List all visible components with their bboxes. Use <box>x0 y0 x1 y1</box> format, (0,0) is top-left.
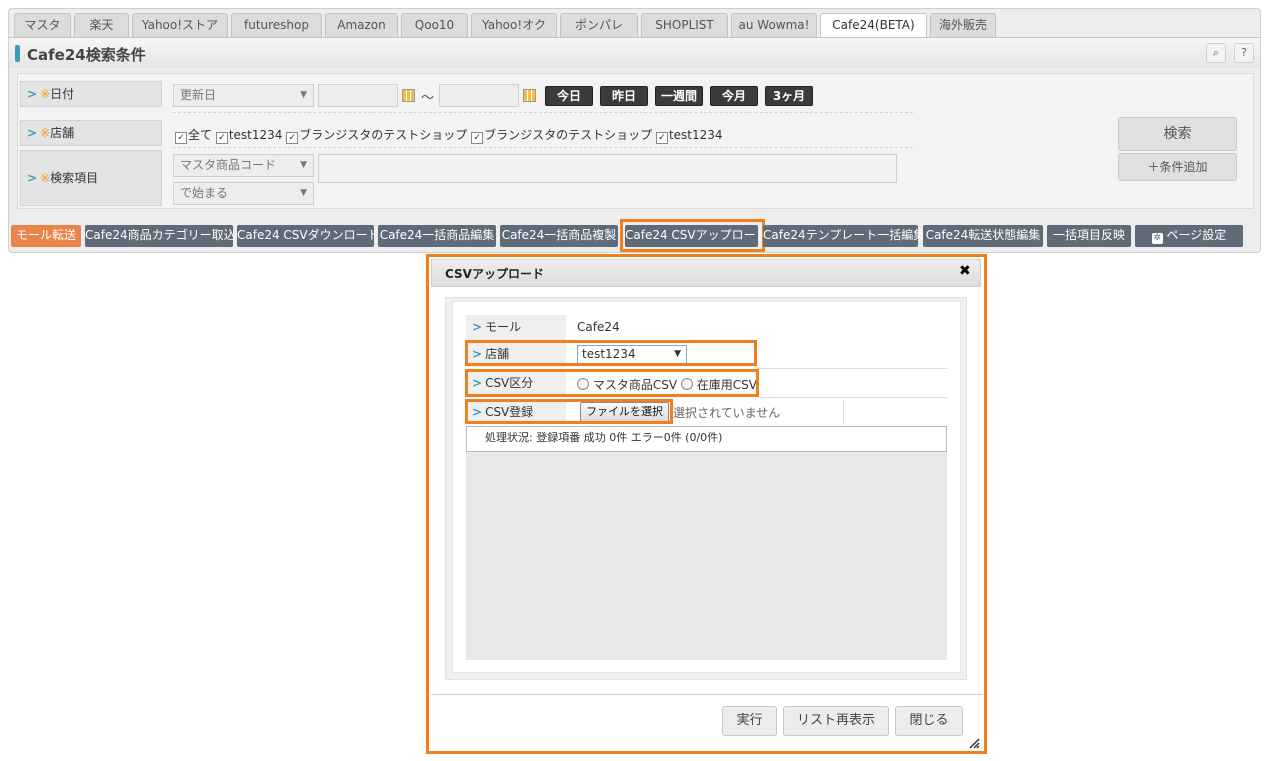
date-type-select[interactable]: 更新日 ▼ <box>173 84 314 107</box>
reload-list-button[interactable]: リスト再表示 <box>783 706 889 736</box>
tab-cafe24[interactable]: Cafe24(BETA) <box>820 13 927 38</box>
tab-shoplist[interactable]: SHOPLIST <box>641 13 728 37</box>
mall-label: > モール <box>466 315 566 340</box>
resize-grip-icon[interactable] <box>968 737 980 749</box>
date-label: > ※日付 <box>20 81 162 107</box>
checkbox-checked-icon[interactable]: ✓ <box>286 132 299 144</box>
csv-download-button[interactable]: Cafe24 CSVダウンロード <box>237 225 380 247</box>
tab-yahoo-store[interactable]: Yahoo!ストア <box>132 13 228 37</box>
calendar-icon[interactable] <box>402 89 415 102</box>
add-condition-button[interactable]: ＋条件追加 <box>1118 153 1237 181</box>
chevron-right-icon: > <box>27 87 38 101</box>
gear-icon: ✲ <box>1151 233 1163 244</box>
tab-overseas[interactable]: 海外販売 <box>930 13 996 37</box>
search-panel: マスタ 楽天 Yahoo!ストア futureshop Amazon Qoo10 Yahoo… <box>8 8 1261 253</box>
magnifier-icon: ⌕ <box>1212 46 1220 59</box>
run-button[interactable]: 実行 <box>722 706 777 736</box>
tab-qoo10[interactable]: Qoo10 <box>401 13 468 37</box>
checkbox-checked-icon[interactable]: ✓ <box>471 132 484 144</box>
date-range-tilde: ～ <box>421 91 435 106</box>
checkbox-checked-icon[interactable]: ✓ <box>175 132 187 144</box>
search-keyword-textarea[interactable] <box>318 154 897 183</box>
chevron-right-icon: > <box>27 126 38 140</box>
checkbox-checked-icon[interactable]: ✓ <box>215 132 228 144</box>
tab-yahoo-auction[interactable]: Yahoo!オク <box>471 13 557 37</box>
cell-divider <box>843 400 844 424</box>
dialog-title: CSVアップロード <box>445 267 544 281</box>
progress-status: 処理状況: 登録項番 成功 0件 エラー0件 (0/0件) <box>466 426 947 452</box>
close-button[interactable]: 閉じる <box>895 706 963 736</box>
search-form: > ※日付 更新日 ▼ ～ 今日 昨日 一週間 今月 3ヶ月 > ※店舗 ✓ 全て ✓ t… <box>17 73 1254 209</box>
date-yesterday-button[interactable]: 昨日 <box>600 86 648 106</box>
page-title: Cafe24検索条件 <box>27 46 146 64</box>
search-field-label: > ※検索項目 <box>20 150 162 206</box>
search-match-select[interactable]: で始まる ▼ <box>173 182 314 205</box>
store-option-branjista-1[interactable]: ✓ ブランジスタのテストショップ <box>286 128 467 144</box>
store-option-test1234[interactable]: ✓ test1234 <box>215 128 282 144</box>
tab-au-wowma[interactable]: au Wowma! <box>731 13 817 37</box>
date-week-button[interactable]: 一週間 <box>655 86 703 106</box>
highlight-csv-file <box>465 399 673 424</box>
bulk-apply-button[interactable]: 一括項目反映 <box>1047 225 1131 247</box>
date-today-button[interactable]: 今日 <box>545 86 593 106</box>
chevron-right-icon: > <box>27 171 38 185</box>
date-to-input[interactable] <box>439 84 519 107</box>
chevron-down-icon: ▼ <box>300 188 307 198</box>
tab-rakuten[interactable]: 楽天 <box>74 13 129 37</box>
row-divider <box>759 397 947 398</box>
highlight-csv-upload <box>620 219 765 252</box>
help-button[interactable]: ? <box>1234 43 1254 63</box>
tab-amazon[interactable]: Amazon <box>325 13 398 37</box>
store-label: > ※店舗 <box>20 120 162 146</box>
page-settings-button[interactable]: ✲ ページ設定 <box>1135 225 1243 247</box>
row-divider <box>173 147 913 148</box>
store-option-all[interactable]: ✓ 全て <box>175 128 212 144</box>
search-button[interactable]: 検索 <box>1118 117 1237 151</box>
bulk-copy-button[interactable]: Cafe24一括商品複製 <box>500 225 618 247</box>
row-divider <box>173 112 913 113</box>
mall-transfer-button[interactable]: モール転送 <box>11 225 81 247</box>
store-option-test1234-2[interactable]: ✓ test1234 <box>655 128 723 144</box>
tab-futureshop[interactable]: futureshop <box>231 13 322 37</box>
search-toggle-button[interactable]: ⌕ <box>1206 43 1226 63</box>
chevron-right-icon: > <box>472 320 483 334</box>
file-status: 選択されていません <box>673 406 781 420</box>
tab-master[interactable]: マスタ <box>14 13 71 37</box>
category-import-button[interactable]: Cafe24商品カテゴリー取込 <box>85 225 236 247</box>
close-icon[interactable]: ✖ <box>959 263 971 279</box>
checkbox-checked-icon[interactable]: ✓ <box>655 132 668 144</box>
highlight-store <box>465 340 757 366</box>
chevron-down-icon: ▼ <box>300 90 307 100</box>
chevron-down-icon: ▼ <box>300 160 307 170</box>
row-divider <box>757 368 947 369</box>
title-accent-bar <box>15 45 20 62</box>
upload-log-area <box>466 452 947 660</box>
dialog-footer-divider <box>431 694 983 695</box>
store-option-branjista-2[interactable]: ✓ ブランジスタのテストショップ <box>471 128 652 144</box>
title-bar <box>9 38 1260 68</box>
mall-value: Cafe24 <box>577 320 620 334</box>
transfer-status-edit-button[interactable]: Cafe24転送状態編集 <box>923 225 1043 247</box>
tab-ponpare[interactable]: ポンパレ <box>560 13 638 37</box>
template-bulk-edit-button[interactable]: Cafe24テンプレート一括編集 <box>763 225 925 247</box>
calendar-icon[interactable] <box>523 89 536 102</box>
search-field-select[interactable]: マスタ商品コード ▼ <box>173 154 314 177</box>
date-month-button[interactable]: 今月 <box>710 86 758 106</box>
help-icon: ? <box>1241 46 1247 59</box>
date-from-input[interactable] <box>318 84 398 107</box>
highlight-csv-type <box>465 369 759 397</box>
store-checkboxes: ✓ 全て ✓ test1234 ✓ ブランジスタのテストショップ ✓ ブランジスタのテス… <box>175 126 723 144</box>
date-3month-button[interactable]: 3ヶ月 <box>765 86 813 106</box>
bulk-edit-button[interactable]: Cafe24一括商品編集 <box>378 225 496 247</box>
